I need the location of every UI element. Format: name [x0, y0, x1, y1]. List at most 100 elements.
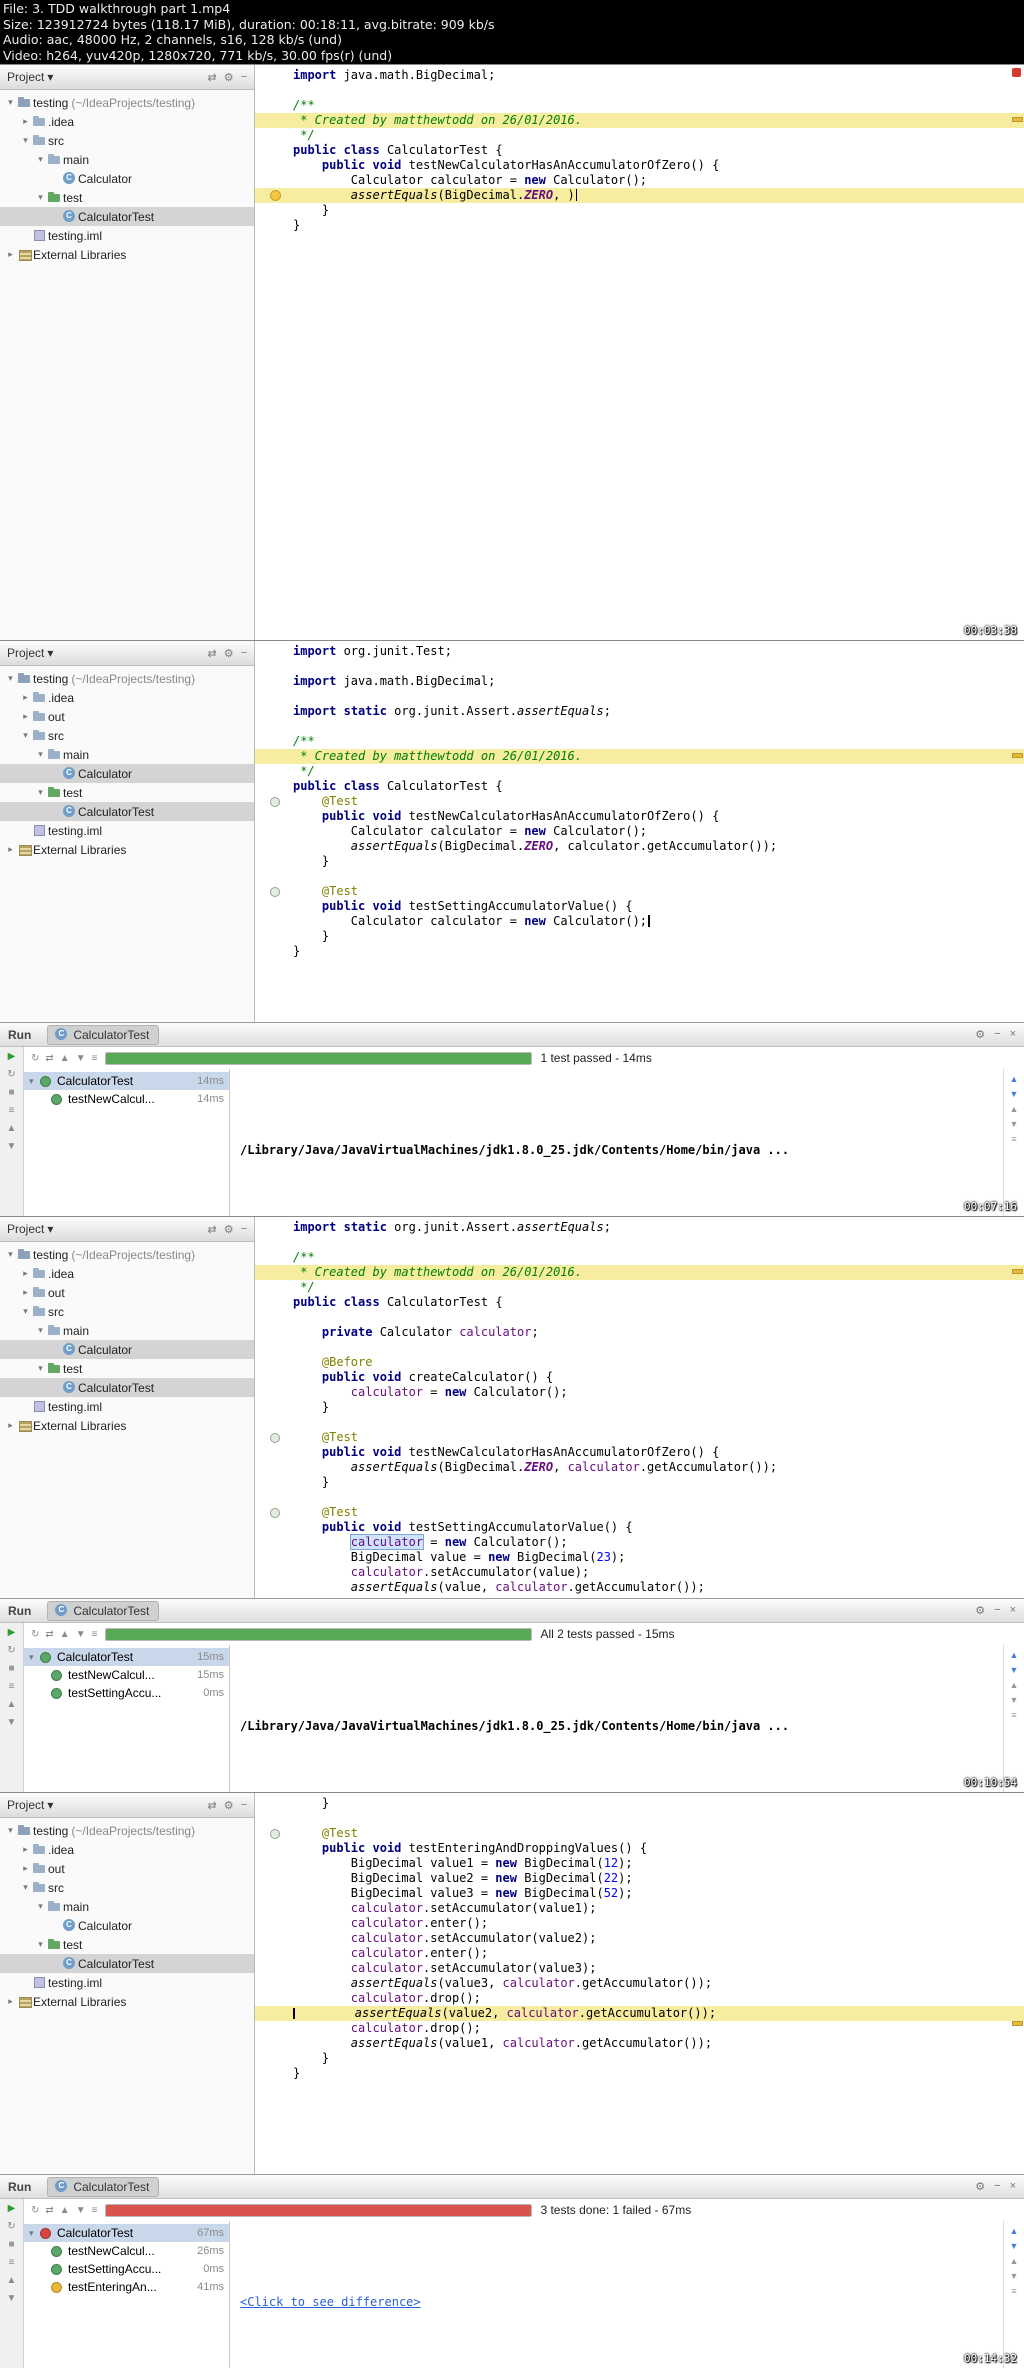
editor-gutter[interactable] — [255, 1841, 289, 1856]
project-tree-item[interactable]: ▾ test — [0, 1359, 254, 1378]
tree-expand-arrow[interactable]: ▾ — [19, 730, 32, 741]
editor-gutter[interactable] — [255, 1490, 289, 1505]
scrollbar-marker[interactable] — [1012, 753, 1023, 758]
editor-gutter[interactable] — [255, 644, 289, 659]
next-test-icon[interactable] — [7, 1141, 17, 1152]
project-tree-item[interactable]: ▾ testing (~/IdeaProjects/testing) — [0, 1245, 254, 1264]
tree-expand-arrow[interactable]: ▸ — [4, 1420, 17, 1431]
stop-button[interactable] — [8, 1087, 14, 1098]
tree-expand-arrow[interactable] — [29, 1652, 40, 1663]
editor-gutter[interactable] — [255, 173, 289, 188]
rerun-icon[interactable] — [31, 2205, 39, 2216]
editor-gutter[interactable] — [255, 1916, 289, 1931]
collapse-icon[interactable] — [60, 1629, 70, 1640]
settings-icon[interactable] — [224, 71, 234, 84]
tree-expand-arrow[interactable]: ▸ — [19, 711, 32, 722]
next-occurrence-icon[interactable] — [1010, 1119, 1019, 1129]
sync-icon[interactable] — [207, 1223, 216, 1236]
editor-gutter[interactable] — [255, 1250, 289, 1265]
editor-gutter[interactable] — [255, 659, 289, 674]
collapse-all-icon[interactable] — [241, 71, 247, 84]
editor-gutter[interactable] — [255, 1415, 289, 1430]
close-icon[interactable] — [1010, 1604, 1016, 1617]
tree-expand-arrow[interactable]: ▾ — [4, 673, 17, 684]
stop-button[interactable] — [8, 1663, 14, 1674]
editor-gutter[interactable] — [255, 1826, 289, 1841]
project-tree-item[interactable]: testing.iml — [0, 821, 254, 840]
project-tree-item[interactable]: ▾ test — [0, 1935, 254, 1954]
tree-expand-arrow[interactable]: ▸ — [4, 1996, 17, 2007]
run-console[interactable]: /Library/Java/JavaVirtualMachines/jdk1.8… — [230, 1645, 1003, 1792]
tree-expand-arrow[interactable]: ▾ — [4, 1825, 17, 1836]
editor-gutter[interactable] — [255, 794, 289, 809]
editor-gutter[interactable] — [255, 1811, 289, 1826]
editor-gutter[interactable] — [255, 1475, 289, 1490]
tree-expand-arrow[interactable]: ▸ — [19, 1844, 32, 1855]
project-panel-header[interactable]: Project — [0, 1217, 254, 1242]
scroll-to-top-icon[interactable] — [1010, 2226, 1019, 2236]
collapse-all-icon[interactable] — [241, 1799, 247, 1812]
project-tree-item[interactable]: ▸ .idea — [0, 112, 254, 131]
project-tree-item[interactable]: ▾ main — [0, 745, 254, 764]
code-editor[interactable]: import java.math.BigDecimal; /** * Creat… — [255, 65, 1024, 640]
rerun-icon[interactable] — [31, 1629, 39, 1640]
previous-occurrence-icon[interactable] — [1010, 2256, 1019, 2266]
tree-expand-arrow[interactable]: ▸ — [4, 844, 17, 855]
project-panel-header[interactable]: Project — [0, 1793, 254, 1818]
project-tree-item[interactable]: ▾ test — [0, 783, 254, 802]
editor-gutter[interactable] — [255, 1901, 289, 1916]
tree-expand-arrow[interactable]: ▾ — [19, 135, 32, 146]
collapse-all-icon[interactable] — [241, 647, 247, 660]
test-filter-icon[interactable] — [9, 1681, 15, 1692]
editor-gutter[interactable] — [255, 1235, 289, 1250]
editor-gutter[interactable] — [255, 944, 289, 959]
project-tree-item[interactable]: ▾ src — [0, 1878, 254, 1897]
next-occurrence-icon[interactable] — [1010, 2271, 1019, 2281]
scrollbar-marker[interactable] — [1012, 2021, 1023, 2026]
editor-gutter[interactable] — [255, 1961, 289, 1976]
sort-icon[interactable] — [92, 1053, 98, 1064]
run-settings-icon[interactable] — [975, 2180, 985, 2193]
editor-gutter[interactable] — [255, 1355, 289, 1370]
rerun-failed-button[interactable] — [7, 1069, 15, 1080]
run-tab[interactable]: CalculatorTest — [47, 1024, 160, 1045]
project-tree-item[interactable]: testing.iml — [0, 226, 254, 245]
tree-expand-arrow[interactable]: ▾ — [34, 1325, 47, 1336]
project-panel-header[interactable]: Project — [0, 641, 254, 666]
editor-gutter[interactable] — [255, 1886, 289, 1901]
collapse-all-icon[interactable] — [241, 1223, 247, 1236]
run-console[interactable]: <Click to see difference> <1 internal ca… — [230, 2221, 1003, 2368]
tree-expand-arrow[interactable]: ▸ — [19, 692, 32, 703]
test-tree-item[interactable]: CalculatorTest 14ms — [24, 1072, 229, 1090]
rerun-failed-button[interactable] — [7, 1645, 15, 1656]
editor-gutter[interactable] — [255, 1946, 289, 1961]
expand-icon[interactable] — [76, 1629, 86, 1640]
scroll-to-top-icon[interactable] — [1010, 1074, 1019, 1084]
editor-gutter[interactable] — [255, 899, 289, 914]
editor-gutter[interactable] — [255, 1931, 289, 1946]
editor-gutter[interactable] — [255, 689, 289, 704]
run-tab[interactable]: CalculatorTest — [47, 1600, 160, 1621]
project-tree-item[interactable]: ▾ src — [0, 131, 254, 150]
editor-gutter[interactable] — [255, 1976, 289, 1991]
tree-expand-arrow[interactable]: ▾ — [34, 787, 47, 798]
sync-icon[interactable] — [207, 647, 216, 660]
settings-icon[interactable] — [224, 647, 234, 660]
console-link[interactable]: <Click to see difference> — [240, 2295, 421, 2309]
stop-button[interactable] — [8, 2239, 14, 2250]
project-tree-item[interactable]: ▾ test — [0, 188, 254, 207]
project-tree-item[interactable]: ▸ .idea — [0, 1264, 254, 1283]
editor-gutter[interactable] — [255, 1220, 289, 1235]
editor-gutter[interactable] — [255, 2066, 289, 2081]
scrollbar-marker[interactable] — [1012, 117, 1023, 122]
project-tree-item[interactable]: ▸ out — [0, 1283, 254, 1302]
editor-gutter[interactable] — [255, 1991, 289, 2006]
editor-gutter[interactable] — [255, 1565, 289, 1580]
project-tree-item[interactable]: Calculator — [0, 764, 254, 783]
project-tree-item[interactable]: Calculator — [0, 169, 254, 188]
editor-gutter[interactable] — [255, 1856, 289, 1871]
chevron-down-icon[interactable] — [47, 646, 53, 660]
sort-icon[interactable] — [92, 1629, 98, 1640]
editor-gutter[interactable] — [255, 1445, 289, 1460]
code-editor[interactable]: import static org.junit.Assert.assertEqu… — [255, 1217, 1024, 1598]
